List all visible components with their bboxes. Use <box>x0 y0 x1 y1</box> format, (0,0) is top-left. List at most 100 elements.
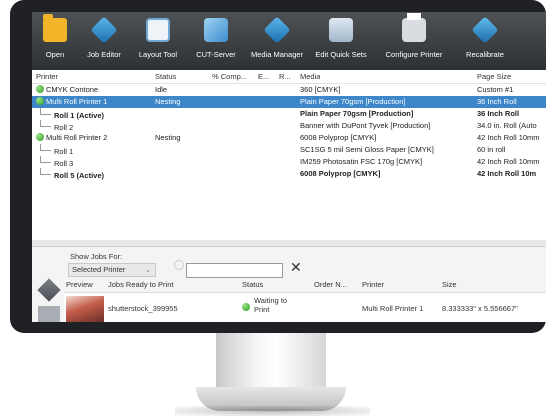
job-printer: Multi Roll Printer 1 <box>362 304 424 313</box>
column-size[interactable]: Size <box>442 279 457 291</box>
printer-name: CMYK Contone <box>36 84 98 96</box>
recalibrate-button[interactable]: Recalibrate <box>454 12 516 70</box>
tree-connector-icon <box>40 156 51 163</box>
printer-row[interactable]: CMYK Contone Idle 360 [CMYK] Custom #1 <box>32 84 546 96</box>
printer-name-text: Roll 1 <box>54 147 74 156</box>
folder-icon <box>43 14 67 42</box>
printer-media-text: Plain Paper 70gsm [Production] <box>300 97 406 106</box>
job-editor-side-icon[interactable] <box>37 278 61 302</box>
quick-sets-icon <box>329 18 353 42</box>
printer-row[interactable]: Roll 3 IM259 Photosatin FSC 170g [CMYK] 42… <box>32 156 546 168</box>
status-dot-icon <box>36 133 44 141</box>
open-button[interactable]: Open <box>32 12 78 70</box>
printer-status: Nesting <box>155 96 180 108</box>
column-preview[interactable]: Preview <box>66 279 93 291</box>
printer-page-size: 36 Inch Roll <box>477 108 546 120</box>
printer-name: Roll 1 (Active) <box>36 108 104 120</box>
column-order-number[interactable]: Order N... <box>314 279 347 291</box>
cut-server-label: CUT-Server <box>196 50 236 59</box>
media-manager-button[interactable]: Media Manager <box>246 12 308 70</box>
printer-table: Printer Status % Comp... E... R... Media… <box>32 70 546 246</box>
job-status: Waiting to Print <box>254 296 288 314</box>
printer-page-size: 42 Inch Roll 10mm <box>477 132 546 144</box>
media-manager-icon <box>263 16 291 44</box>
printer-table-header: Printer Status % Comp... E... R... Media… <box>32 71 546 84</box>
show-jobs-label: Show Jobs For: <box>70 252 123 261</box>
printer-page-size: 42 Inch Roll 10m <box>477 168 546 180</box>
printer-row[interactable]: Roll 5 (Active) 6008 Polyprop [CMYK] 42 In… <box>32 168 546 180</box>
column-status[interactable]: Status <box>155 71 176 83</box>
column-media[interactable]: Media <box>300 71 320 83</box>
tree-connector-icon <box>40 120 51 127</box>
printer-media: IM259 Photosatin FSC 170g [CMYK] <box>300 156 475 168</box>
printer-page-size: 34.0 in. Roll (Auto <box>477 120 546 132</box>
job-thumbnail <box>66 296 104 322</box>
printer-media: 6008 Polyprop [CMYK] <box>300 168 475 180</box>
monitor-bezel: Open Job Editor Layout Tool CUT-Server M… <box>10 0 546 333</box>
job-editor-icon <box>90 16 118 44</box>
printer-status-text: Nesting <box>155 133 181 142</box>
printer-name-text: Roll 2 <box>54 123 74 132</box>
printer-status: Nesting <box>155 132 180 144</box>
printer-row[interactable]: Roll 1 (Active) Plain Paper 70gsm [Produc… <box>32 108 546 120</box>
layout-tool-icon <box>146 18 170 42</box>
printer-page-size-text: 42 Inch Roll 10mm <box>477 133 540 142</box>
cut-server-button[interactable]: CUT-Server <box>186 12 246 70</box>
printer-row[interactable]: Roll 1 SC1SG 5 mil Semi Gloss Paper [CMYK… <box>32 144 546 156</box>
printer-page-size-text: Custom #1 <box>477 85 514 94</box>
job-row[interactable]: shutterstock_399955 Waiting to Print Mul… <box>64 292 546 322</box>
printer-page-size: 36 Inch Roll <box>477 96 546 108</box>
job-size: 8.333333" x 5.556667" <box>442 304 518 313</box>
printer-row[interactable]: Roll 2 Banner with DuPont Tyvek [Producti… <box>32 120 546 132</box>
printer-status-text: Nesting <box>155 97 181 106</box>
layout-tool-label: Layout Tool <box>138 50 178 59</box>
printer-media: 6008 Polyprop [CMYK] <box>300 132 475 144</box>
column-r[interactable]: R... <box>279 71 291 83</box>
printer-media: 360 [CMYK] <box>300 84 475 96</box>
recalibrate-label: Recalibrate <box>466 50 504 59</box>
printer-name-text: CMYK Contone <box>46 85 99 94</box>
media-manager-label: Media Manager <box>250 50 304 59</box>
printer-name: Roll 3 <box>36 156 73 168</box>
printer-name: Roll 5 (Active) <box>36 168 104 180</box>
status-dot-icon <box>242 303 250 311</box>
printer-name-text: Multi Roll Printer 1 <box>46 97 108 106</box>
printer-name: Multi Roll Printer 2 <box>36 132 107 144</box>
printer-row[interactable]: Multi Roll Printer 1 Nesting Plain Paper 7… <box>32 96 546 108</box>
printer-name-text: Roll 1 (Active) <box>54 111 105 120</box>
printer-media: Plain Paper 70gsm [Production] <box>300 108 475 120</box>
column-percent-complete[interactable]: % Comp... <box>212 71 247 83</box>
jobs-panel: Show Jobs For: Selected Printer ⌄ ✕ Prev… <box>32 246 546 322</box>
tree-connector-icon <box>40 108 51 115</box>
preview-side-icon[interactable] <box>38 306 60 322</box>
printer-page-size-text: 36 Inch Roll <box>477 109 520 118</box>
cut-server-icon <box>204 18 228 42</box>
base-shadow <box>175 406 370 416</box>
column-job-printer[interactable]: Printer <box>362 279 384 291</box>
column-job-status[interactable]: Status <box>242 279 263 291</box>
jobs-search-input[interactable] <box>186 263 283 278</box>
configure-printer-button[interactable]: Configure Printer <box>374 12 454 70</box>
tree-connector-icon <box>40 144 51 151</box>
printer-icon <box>402 13 426 42</box>
printer-status: Idle <box>155 84 167 96</box>
jobs-filter-select[interactable]: Selected Printer ⌄ <box>68 263 156 277</box>
configure-printer-label: Configure Printer <box>385 50 443 59</box>
printer-page-size: 42 Inch Roll 10mm <box>477 156 546 168</box>
printer-media-text: SC1SG 5 mil Semi Gloss Paper [CMYK] <box>300 145 434 154</box>
printer-page-size-text: 34.0 in. Roll (Auto <box>477 121 537 130</box>
column-printer[interactable]: Printer <box>36 71 58 83</box>
clear-search-icon[interactable]: ✕ <box>290 259 302 276</box>
job-editor-button[interactable]: Job Editor <box>78 12 130 70</box>
column-e[interactable]: E... <box>258 71 269 83</box>
printer-row[interactable]: Multi Roll Printer 2 Nesting 6008 Polyprop… <box>32 132 546 144</box>
printer-page-size-text: 36 Inch Roll <box>477 97 517 106</box>
column-jobs-ready[interactable]: Jobs Ready to Print <box>108 279 173 291</box>
open-label: Open <box>45 50 65 59</box>
layout-tool-button[interactable]: Layout Tool <box>130 12 186 70</box>
edit-quick-sets-button[interactable]: Edit Quick Sets <box>308 12 374 70</box>
printer-media-text: 6008 Polyprop [CMYK] <box>300 133 377 142</box>
column-page-size[interactable]: Page Size <box>477 71 511 83</box>
printer-name: Multi Roll Printer 1 <box>36 96 107 108</box>
job-name: shutterstock_399955 <box>108 304 178 313</box>
